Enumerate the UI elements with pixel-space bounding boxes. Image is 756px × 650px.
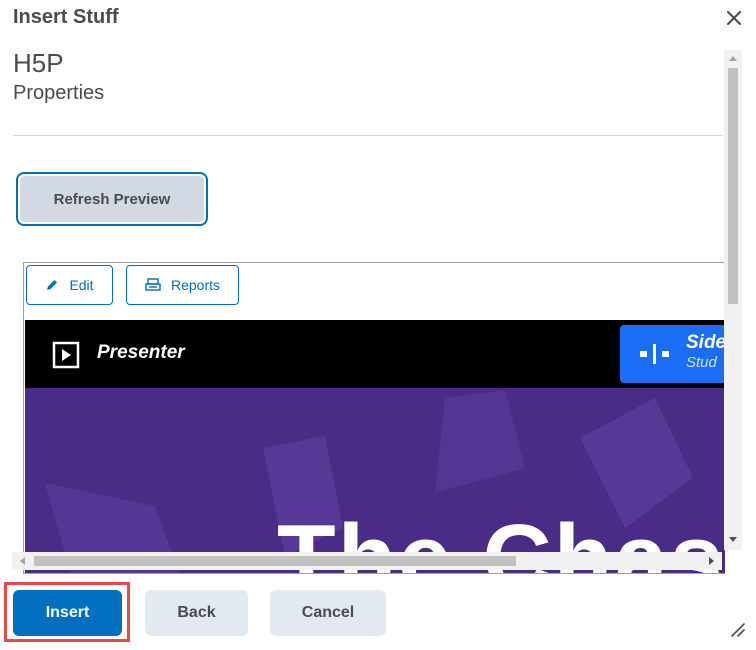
insert-button[interactable]: Insert (13, 590, 122, 636)
edit-button[interactable]: Edit (26, 265, 113, 305)
horizontal-scrollbar[interactable] (12, 552, 722, 570)
page-title: H5P (13, 48, 64, 78)
scroll-down-icon (729, 537, 737, 542)
badge-title: Side (686, 332, 725, 353)
badge-subtitle: Stud (686, 354, 717, 371)
presenter-bar: Presenter Side Stud (25, 320, 725, 388)
pencil-icon (47, 280, 58, 290)
scroll-left-icon (20, 557, 25, 565)
back-button[interactable]: Back (145, 590, 248, 636)
cancel-button[interactable]: Cancel (270, 590, 386, 636)
close-button[interactable] (720, 4, 748, 32)
presenter-label: Presenter (97, 342, 185, 363)
reports-button[interactable]: Reports (126, 265, 239, 305)
vertical-scrollbar-thumb[interactable] (728, 68, 738, 304)
scroll-up-icon (729, 56, 737, 61)
resize-grip-icon[interactable] (728, 620, 746, 638)
split-icon (640, 344, 669, 364)
vertical-scrollbar[interactable] (724, 50, 742, 550)
horizontal-scrollbar-thumb[interactable] (34, 556, 516, 566)
slide-canvas: The Chase (25, 388, 725, 573)
divider (13, 135, 723, 136)
close-icon (727, 11, 741, 25)
side-badge[interactable]: Side Stud (620, 325, 725, 383)
play-icon (52, 341, 80, 369)
refresh-preview-button[interactable]: Refresh Preview (16, 172, 208, 226)
edit-label: Edit (69, 277, 94, 293)
dialog-title: Insert Stuff (13, 6, 119, 28)
refresh-preview-label: Refresh Preview (20, 176, 204, 222)
dialog-body[interactable]: H5P Properties Refresh Preview Edit Repo… (0, 44, 742, 574)
reports-icon (145, 278, 161, 291)
reports-label: Reports (170, 277, 221, 293)
h5p-preview-frame[interactable]: Edit Reports Presenter Side Stud The Cha… (23, 262, 725, 574)
scroll-right-icon (709, 557, 714, 565)
section-title: Properties (13, 82, 105, 104)
